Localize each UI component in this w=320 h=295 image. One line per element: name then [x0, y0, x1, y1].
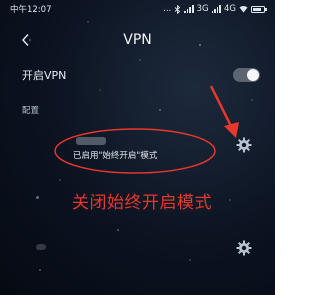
- status-time: 中午12:07: [10, 5, 52, 15]
- header-bar: VPN: [0, 28, 275, 54]
- status-bar: 中午12:07 ... 3G 4G: [0, 0, 275, 18]
- section-label: 配置: [22, 106, 40, 116]
- gear-icon[interactable]: [236, 240, 252, 256]
- vpn-item-name-blurred: [36, 244, 46, 250]
- annotation-text: 关闭始终开启模式: [72, 193, 212, 213]
- annotation-arrow: [209, 85, 239, 138]
- bluetooth-icon: [174, 4, 181, 14]
- more-dots: ...: [163, 4, 172, 14]
- toggle-knob: [247, 69, 259, 81]
- network-label-2: 4G: [224, 4, 236, 14]
- signal-icon: [211, 5, 221, 13]
- page-title: VPN: [123, 32, 152, 48]
- vpn-toggle-switch[interactable]: [233, 68, 260, 82]
- wifi-icon: [239, 5, 248, 13]
- annotation-ellipse: [54, 128, 216, 174]
- battery-icon: [251, 5, 267, 13]
- status-icons: ... 3G 4G: [163, 4, 267, 14]
- network-label: 3G: [196, 4, 209, 14]
- list-marker: [36, 196, 39, 199]
- vpn-settings-screen: 中午12:07 ... 3G 4G VPN 开启VPN 配置 已启用"始终开启"…: [0, 0, 275, 295]
- signal-icon: [184, 5, 194, 13]
- vpn-toggle-label: 开启VPN: [22, 69, 67, 82]
